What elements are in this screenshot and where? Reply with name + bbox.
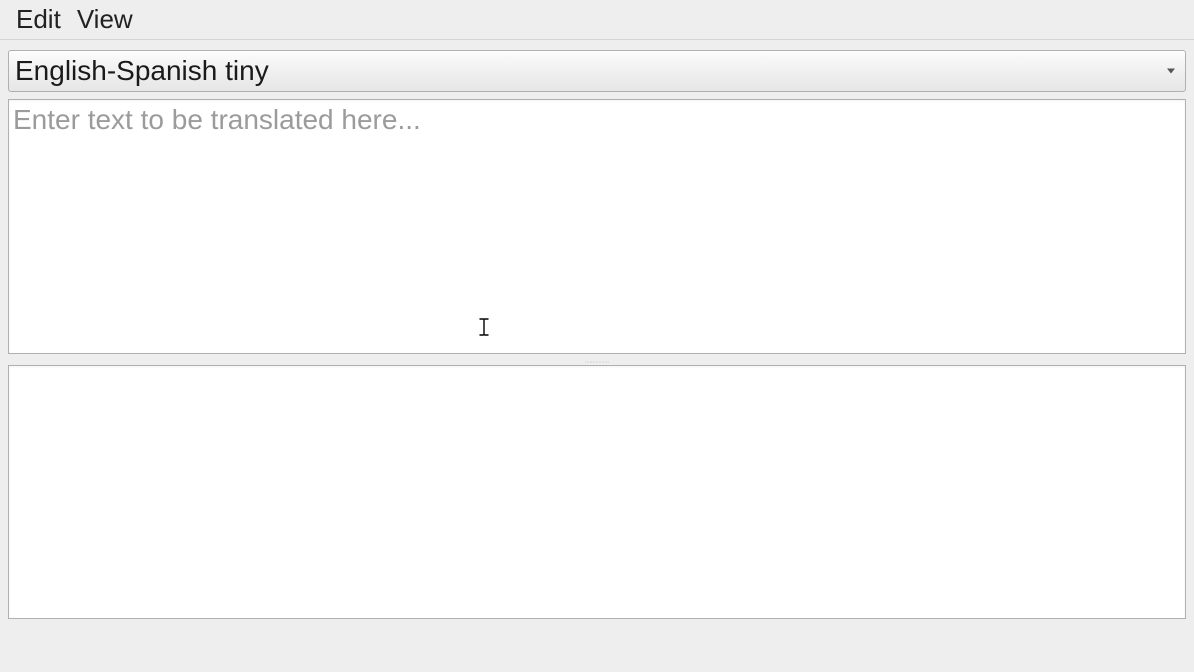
translated-text-output [8,365,1186,619]
menubar: Edit View [0,0,1194,40]
chevron-down-icon [1167,69,1175,74]
menu-edit[interactable]: Edit [8,2,69,37]
content-area: English-Spanish tiny [0,40,1194,627]
source-text-input[interactable] [8,99,1186,354]
language-pair-dropdown[interactable]: English-Spanish tiny [8,50,1186,92]
language-pair-selected: English-Spanish tiny [15,55,269,87]
splitter-grip-icon [585,361,609,363]
menu-view[interactable]: View [69,2,141,37]
